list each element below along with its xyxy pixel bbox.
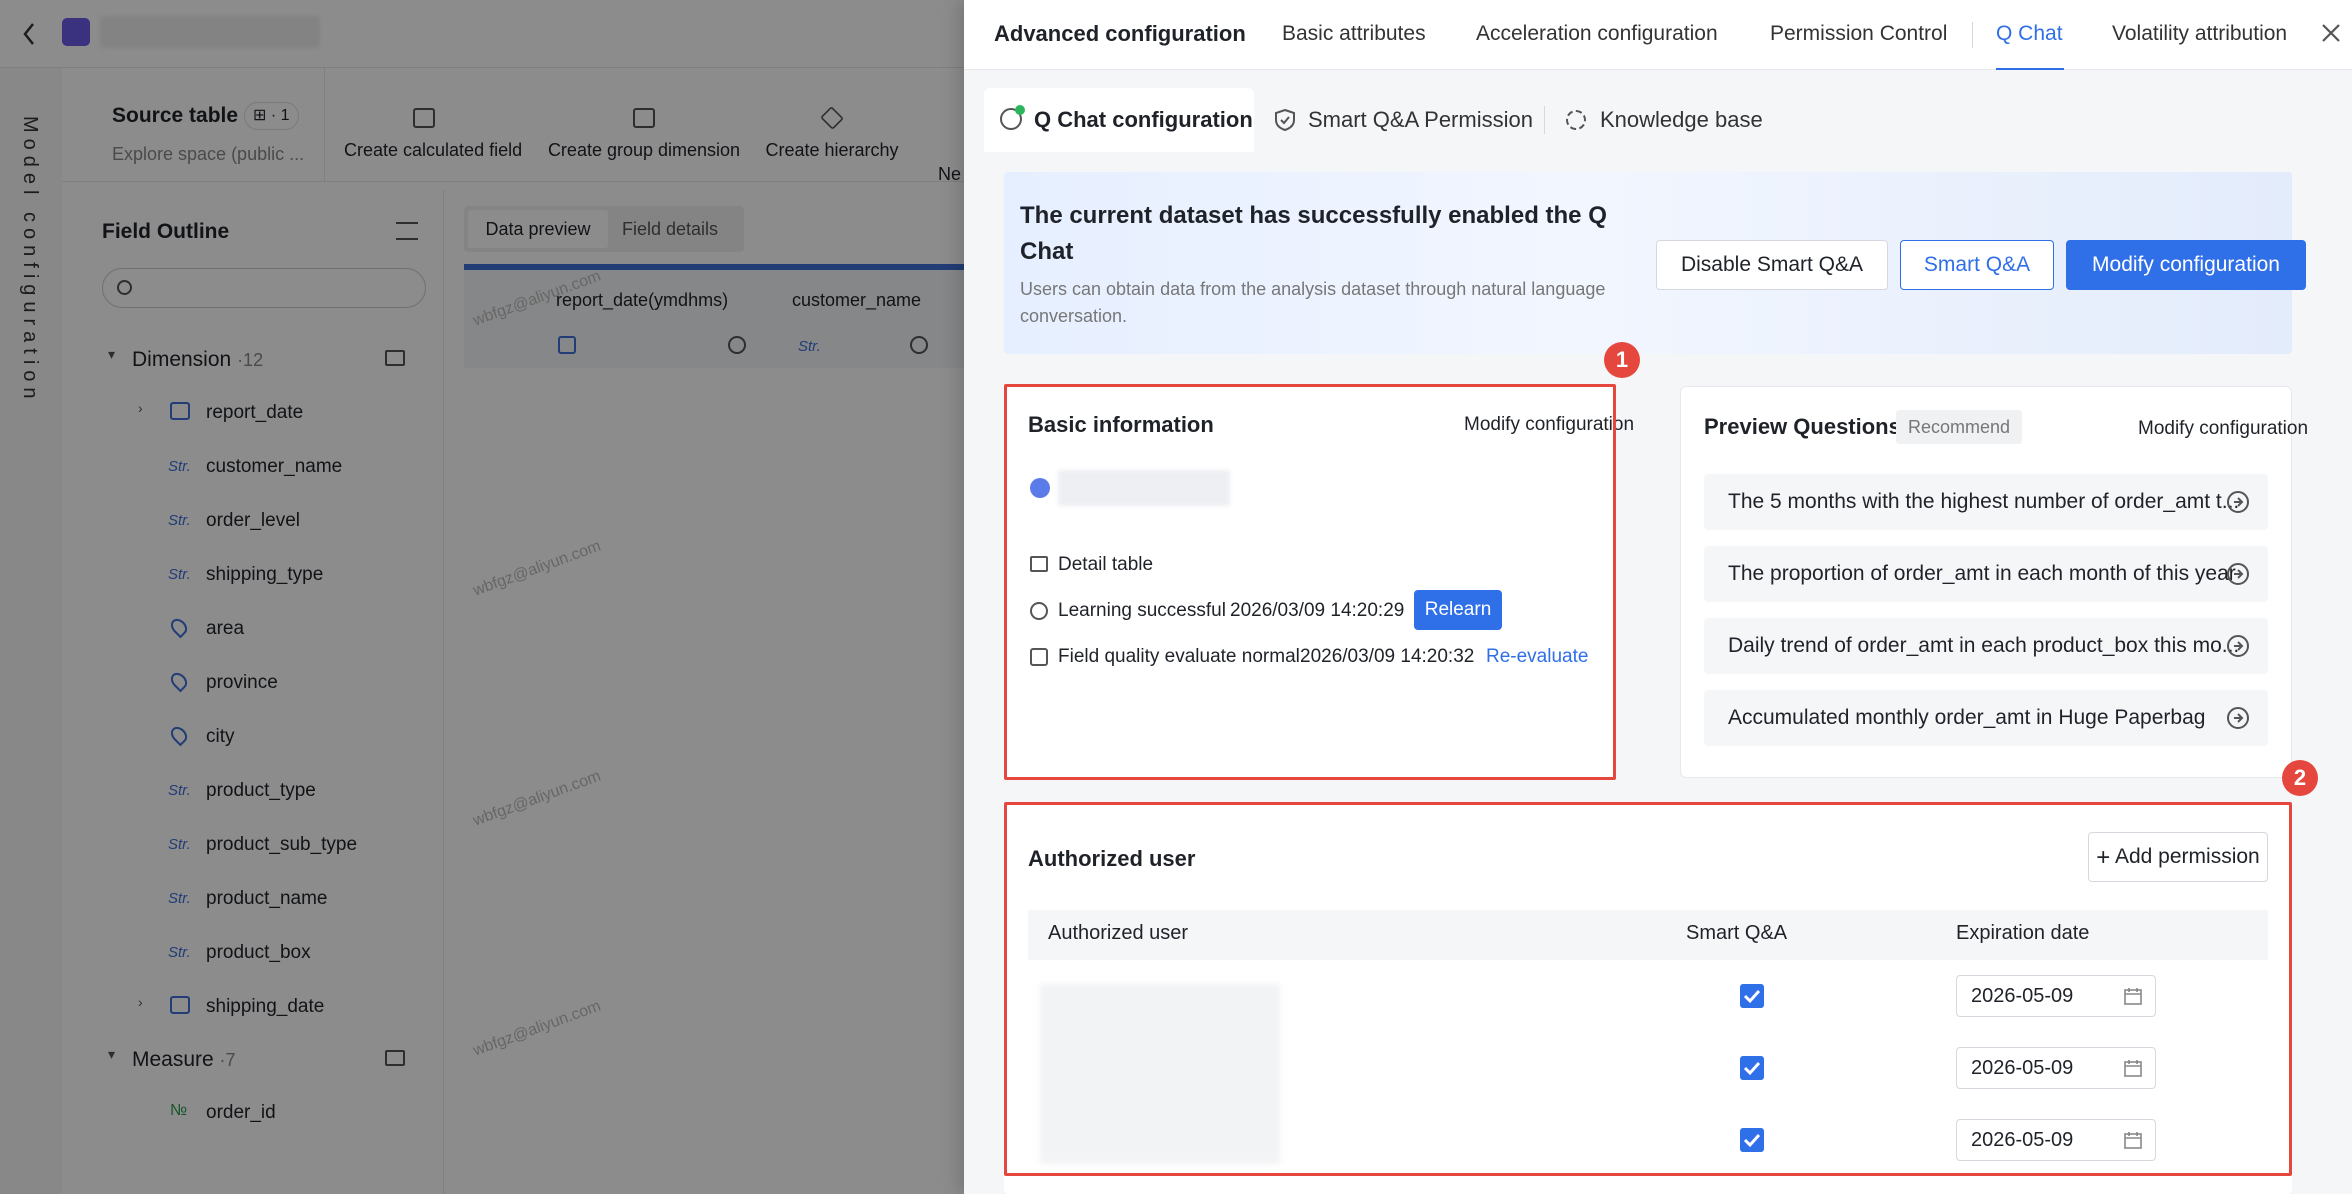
arrow-right-circle-icon (2227, 563, 2249, 585)
modify-configuration-button[interactable]: Modify configuration (2066, 240, 2306, 290)
banner-desc: Users can obtain data from the analysis … (1020, 276, 1605, 330)
subtab-smart-qa-permission[interactable]: Smart Q&A Permission (1308, 92, 1533, 148)
recommend-tag: Recommend (1896, 410, 2023, 444)
preview-question-item[interactable]: Daily trend of order_amt in each product… (1704, 618, 2268, 674)
preview-question-item[interactable]: The 5 months with the highest number of … (1704, 474, 2268, 530)
drawer-title: Advanced configuration (994, 21, 1246, 46)
banner-title-line1: The current dataset has successfully ena… (1020, 202, 1607, 229)
knowledge-icon (1566, 110, 1586, 130)
subtab-knowledge-base[interactable]: Knowledge base (1600, 92, 1763, 148)
tab-acceleration-configuration[interactable]: Acceleration configuration (1476, 0, 1718, 68)
question-text: Accumulated monthly order_amt in Huge Pa… (1728, 706, 2206, 729)
tab-divider (1972, 22, 1973, 48)
preview-question-item[interactable]: Accumulated monthly order_amt in Huge Pa… (1704, 690, 2268, 746)
banner-desc-line1: Users can obtain data from the analysis … (1020, 279, 1606, 299)
banner-desc-line2: conversation. (1020, 306, 1128, 326)
arrow-right-circle-icon (2227, 635, 2249, 657)
modal-overlay[interactable] (0, 0, 964, 1194)
marker-badge-1: 1 (1604, 342, 1640, 378)
tab-q-chat[interactable]: Q Chat (1996, 0, 2063, 68)
preview-modify-link[interactable]: Modify configuration (2138, 418, 2308, 440)
marker-badge-2: 2 (2282, 760, 2318, 796)
highlight-box-1 (1004, 384, 1616, 780)
question-text: The proportion of order_amt in each mont… (1728, 562, 2236, 585)
tab-permission-control[interactable]: Permission Control (1770, 0, 1947, 68)
arrow-right-circle-icon (2227, 491, 2249, 513)
question-text: The 5 months with the highest number of … (1728, 490, 2240, 513)
banner-title-line2: Chat (1020, 238, 1074, 265)
preview-questions-title: Preview Questions (1704, 414, 1901, 439)
qchat-icon (1000, 105, 1025, 130)
close-icon[interactable] (2320, 22, 2342, 44)
preview-question-item[interactable]: The proportion of order_amt in each mont… (1704, 546, 2268, 602)
arrow-right-circle-icon (2227, 707, 2249, 729)
banner-title: The current dataset has successfully ena… (1020, 198, 1607, 270)
smart-qa-button[interactable]: Smart Q&A (1900, 240, 2054, 290)
subtab-qchat-configuration[interactable]: Q Chat configuration (1034, 92, 1253, 148)
advanced-config-drawer: Advanced configuration Basic attributes … (964, 0, 2352, 1194)
shield-icon (1275, 108, 1295, 132)
highlight-box-2 (1004, 802, 2292, 1176)
tab-volatility-attribution[interactable]: Volatility attribution (2112, 0, 2287, 68)
question-text: Daily trend of order_amt in each product… (1728, 634, 2240, 657)
tab-basic-attributes[interactable]: Basic attributes (1282, 0, 1426, 68)
disable-smart-qa-button[interactable]: Disable Smart Q&A (1656, 240, 1888, 290)
subtab-divider (1544, 106, 1545, 134)
